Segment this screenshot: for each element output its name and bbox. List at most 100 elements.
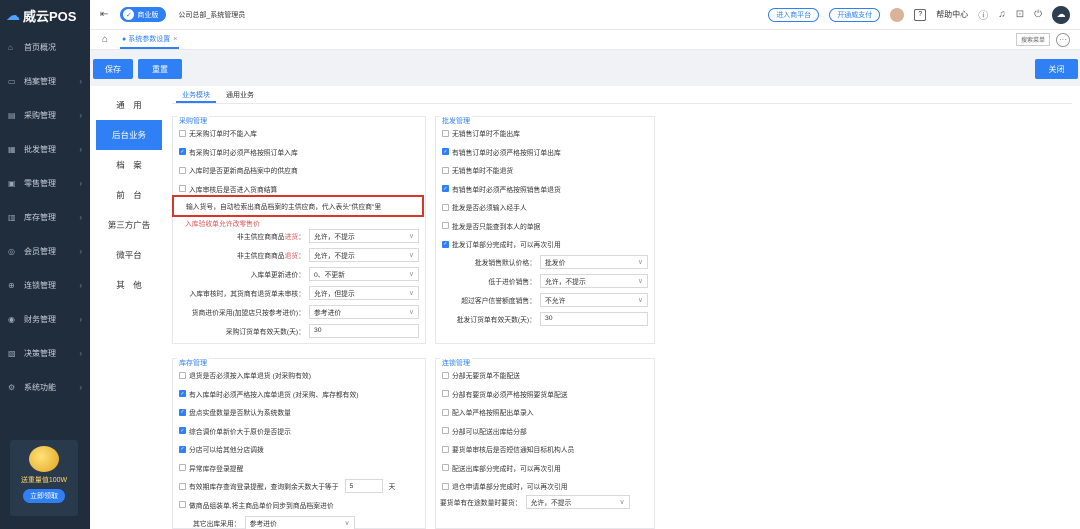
claim-button[interactable]: 立即领取 bbox=[23, 489, 65, 503]
select-field[interactable]: 允许，但提示 ∨ bbox=[309, 285, 419, 300]
sidebar-item-2[interactable]: ▤ 采购管理 › bbox=[0, 98, 90, 132]
help-icon[interactable]: ? bbox=[914, 8, 927, 21]
subtab-0[interactable]: 业务模块 bbox=[176, 88, 216, 103]
subtab-1[interactable]: 通用业务 bbox=[220, 88, 260, 103]
checkbox[interactable] bbox=[442, 445, 449, 453]
bell-icon[interactable]: ♫ bbox=[998, 9, 1006, 20]
sidebar-item-4[interactable]: ▣ 零售管理 › bbox=[0, 166, 90, 200]
checkbox-row[interactable]: 批发是否只能查到本人的单据 bbox=[442, 218, 540, 234]
checkbox[interactable]: ✓ bbox=[442, 148, 449, 155]
checkbox[interactable] bbox=[179, 371, 186, 379]
select-field[interactable]: 允许，不提示 ∨ bbox=[540, 273, 648, 288]
checkbox-row[interactable]: 配送出库部分完成时，可以再次引用 bbox=[442, 460, 561, 476]
checkbox-row[interactable]: ✓ 盘点实盘数量是否默认为系统数量 bbox=[179, 404, 291, 420]
select-field[interactable]: 允许，不提示 ∨ bbox=[309, 247, 419, 262]
checkbox[interactable]: ✓ bbox=[442, 240, 449, 248]
checkbox[interactable]: ✓ bbox=[179, 148, 186, 155]
checkbox[interactable]: ✓ bbox=[179, 408, 186, 416]
checkbox[interactable]: ✓ bbox=[179, 427, 186, 434]
checkbox-row[interactable]: 要货单审核后是否短信通知目标机构人员 bbox=[442, 441, 574, 457]
select-field[interactable]: 允许，不提示 ∨ bbox=[309, 228, 419, 243]
number-input[interactable]: 30 bbox=[309, 323, 419, 338]
checkbox-row[interactable]: ✓ 分店可以给其他分店调拨 bbox=[179, 441, 264, 457]
sidebar-item-6[interactable]: ◎ 会员管理 › bbox=[0, 234, 90, 268]
checkbox[interactable] bbox=[442, 222, 449, 229]
checkbox[interactable] bbox=[179, 185, 186, 192]
checkbox-row[interactable]: ✓ 批发订单部分完成时，可以再次引用 bbox=[442, 236, 561, 252]
checkbox-row[interactable]: 退货是否必须按入库单退货 (对采购有效) bbox=[179, 367, 311, 383]
checkbox-row[interactable]: 分部可以配送出库给分部 bbox=[442, 423, 527, 439]
category-tab-2[interactable]: 档 案 bbox=[96, 150, 162, 180]
sidebar-item-3[interactable]: ▦ 批发管理 › bbox=[0, 132, 90, 166]
checkbox-row[interactable]: 批发是否必须输入经手人 bbox=[442, 199, 527, 215]
sidebar-item-9[interactable]: ▧ 决策管理 › bbox=[0, 336, 90, 370]
menu-search-input[interactable]: 搜索菜单 bbox=[1015, 33, 1050, 46]
select-field[interactable]: 0、不更新 ∨ bbox=[309, 266, 419, 281]
select-field[interactable]: 批发价 ∨ bbox=[540, 254, 648, 269]
cloud-service-icon[interactable]: ☁ bbox=[1052, 5, 1070, 24]
number-input[interactable]: 30 bbox=[540, 311, 648, 326]
more-icon[interactable]: ··· bbox=[1056, 32, 1070, 47]
lock-icon[interactable]: ⊡ bbox=[1016, 9, 1024, 20]
select-field[interactable]: 不允许 ∨ bbox=[540, 292, 648, 307]
checkbox[interactable]: ✓ bbox=[442, 185, 449, 192]
sidebar-item-10[interactable]: ⚙ 系统功能 › bbox=[0, 370, 90, 404]
checkbox-row[interactable]: 无销售订单时不能出库 bbox=[442, 125, 520, 141]
save-button[interactable]: 保存 bbox=[93, 59, 133, 79]
power-icon[interactable]: ⏻ bbox=[1034, 9, 1042, 20]
checkbox-row[interactable]: ✓ 有销售订单时必须严格按照订单出库 bbox=[442, 144, 561, 160]
tab-system-settings[interactable]: ● 系统参数设置 × bbox=[120, 31, 180, 49]
checkbox-row[interactable]: 配入单严格按照配出单录入 bbox=[442, 404, 534, 420]
checkbox-row[interactable]: 退仓申请单部分完成时，可以再次引用 bbox=[442, 478, 568, 494]
checkbox[interactable] bbox=[179, 482, 186, 490]
checkbox[interactable] bbox=[442, 166, 449, 174]
sidebar-item-0[interactable]: ⌂ 首页概况 bbox=[0, 30, 90, 64]
category-tab-4[interactable]: 第三方广告 bbox=[96, 210, 162, 240]
sidebar-item-7[interactable]: ⊕ 连锁管理 › bbox=[0, 268, 90, 302]
checkbox[interactable]: ✓ bbox=[179, 445, 186, 453]
days-input[interactable]: 5 bbox=[344, 479, 383, 493]
checkbox-row[interactable]: 有效期库存查询登录提醒，查询剩余天数大于等于 5 天 bbox=[179, 478, 395, 494]
close-tab-icon[interactable]: × bbox=[173, 36, 177, 43]
avatar[interactable] bbox=[890, 7, 905, 22]
enter-mall-button[interactable]: 进入商平台 bbox=[768, 7, 820, 22]
checkbox-row[interactable]: 分部无要货单不能配送 bbox=[442, 367, 520, 383]
sidebar-item-8[interactable]: ◉ 财务管理 › bbox=[0, 302, 90, 336]
info-icon[interactable]: ⓘ bbox=[978, 7, 988, 22]
checkbox[interactable] bbox=[179, 166, 186, 174]
close-button[interactable]: 关闭 bbox=[1035, 59, 1078, 79]
checkbox-row[interactable]: ✓ 综合调价单新价大于原价是否提示 bbox=[179, 423, 291, 439]
checkbox[interactable] bbox=[442, 427, 449, 434]
checkbox[interactable] bbox=[179, 464, 186, 471]
select-field[interactable]: 参考进价 ∨ bbox=[309, 304, 419, 319]
collapse-menu-icon[interactable]: ⇤ bbox=[100, 9, 108, 20]
checkbox[interactable] bbox=[442, 203, 449, 211]
checkbox-row[interactable]: 无采购订单时不能入库 bbox=[179, 125, 257, 141]
category-tab-5[interactable]: 微平台 bbox=[96, 240, 162, 270]
category-tab-1[interactable]: 后台业务 bbox=[96, 120, 162, 150]
checkbox[interactable] bbox=[442, 371, 449, 379]
in-transit-select[interactable]: 允许，不提示 ∨ bbox=[525, 494, 630, 509]
checkbox-row[interactable]: 做商品组装单,将主商品单价同步到商品档案进价 bbox=[179, 497, 334, 513]
home-tab-icon[interactable]: ⌂ bbox=[102, 34, 108, 45]
reset-button[interactable]: 重置 bbox=[138, 59, 182, 79]
checkbox-row[interactable]: 入库时是否更新商品档案中的供应商 bbox=[179, 162, 298, 178]
checkbox[interactable] bbox=[179, 501, 186, 508]
checkbox[interactable] bbox=[442, 464, 449, 471]
help-center-link[interactable]: 帮助中心 bbox=[936, 9, 968, 20]
open-pay-button[interactable]: 开通威支付 bbox=[829, 7, 881, 22]
checkbox-row[interactable]: ✓ 有销售单时必须严格按照销售单退货 bbox=[442, 181, 561, 197]
sidebar-item-5[interactable]: ▥ 库存管理 › bbox=[0, 200, 90, 234]
checkbox-row[interactable]: ✓ 有采购订单时必须严格按照订单入库 bbox=[179, 144, 298, 160]
other-outbound-select[interactable]: 参考进价 ∨ bbox=[244, 515, 355, 529]
sidebar-item-1[interactable]: ▭ 档案管理 › bbox=[0, 64, 90, 98]
checkbox[interactable] bbox=[442, 482, 449, 490]
checkbox[interactable] bbox=[179, 129, 186, 137]
checkbox[interactable] bbox=[442, 390, 449, 397]
checkbox-row[interactable]: 无销售单时不能退货 bbox=[442, 162, 513, 178]
category-tab-3[interactable]: 前 台 bbox=[96, 180, 162, 210]
category-tab-6[interactable]: 其 他 bbox=[96, 270, 162, 300]
checkbox-row[interactable]: 异常库存登录提醒 bbox=[179, 460, 243, 476]
checkbox-row[interactable]: 分部有要货单必须严格按照要货单配送 bbox=[442, 386, 568, 402]
checkbox[interactable]: ✓ bbox=[179, 390, 186, 397]
